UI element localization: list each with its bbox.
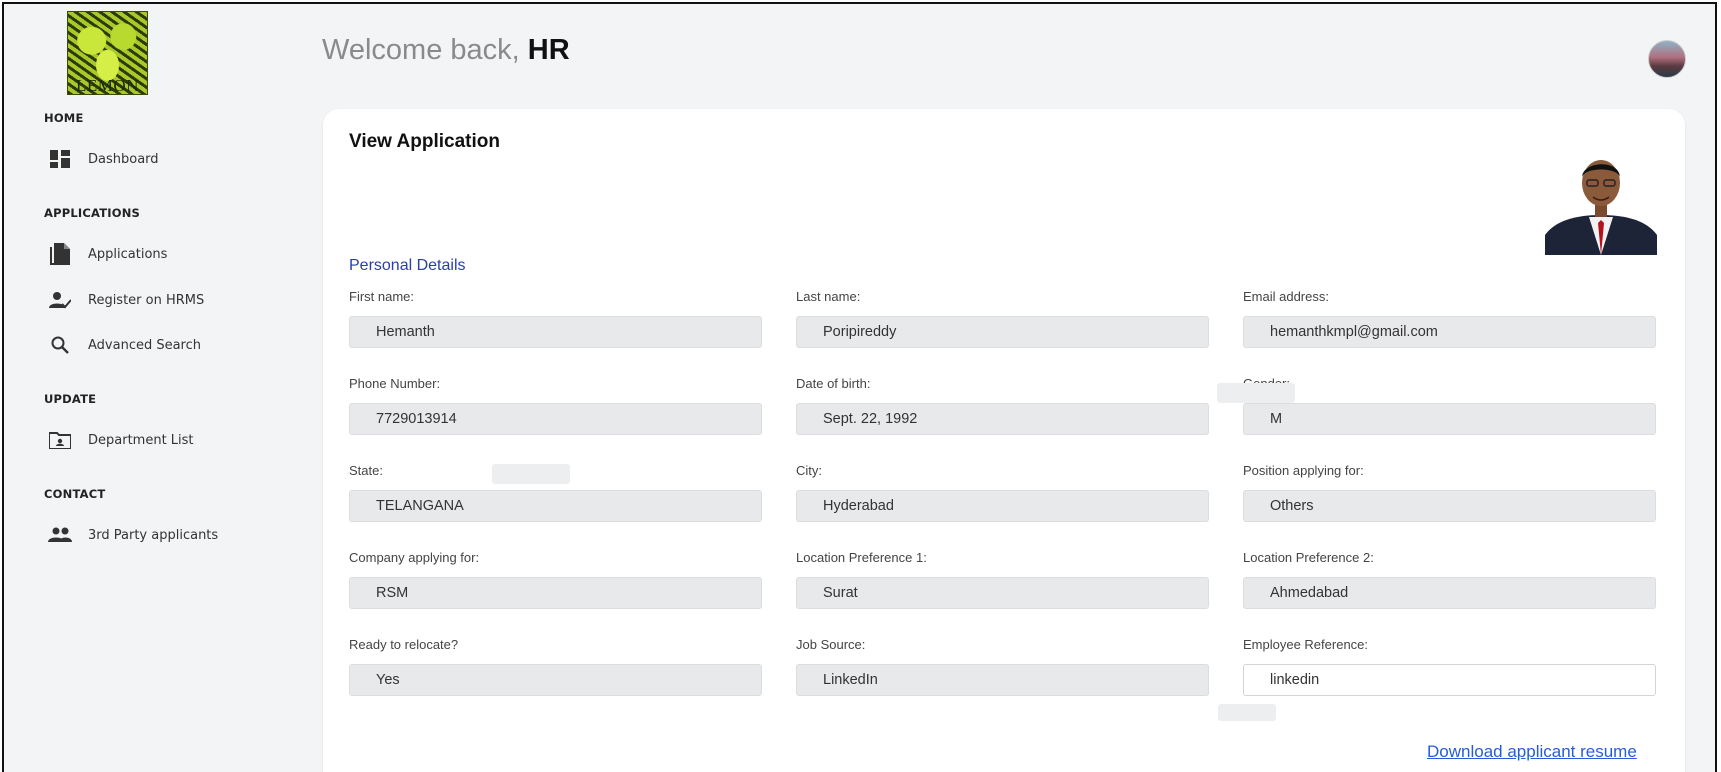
label-state: State: xyxy=(349,463,383,478)
dashboard-icon xyxy=(48,147,72,171)
label-location-pref-1: Location Preference 1: xyxy=(796,550,927,565)
application-card: View Application Personal Details First … xyxy=(323,109,1685,772)
sidebar-item-label: Dashboard xyxy=(88,151,159,167)
email-field[interactable]: hemanthkmpl@gmail.com xyxy=(1243,316,1656,348)
sidebar-item-dashboard[interactable]: Dashboard xyxy=(48,145,159,173)
person-check-icon xyxy=(48,288,72,312)
last-name-field[interactable]: Poripireddy xyxy=(796,316,1209,348)
state-field[interactable]: TELANGANA xyxy=(349,490,762,522)
section-title-contact: CONTACT xyxy=(44,487,106,501)
sidebar-item-advanced-search[interactable]: Advanced Search xyxy=(48,331,201,359)
search-icon xyxy=(48,333,72,357)
gender-field[interactable]: M xyxy=(1243,403,1656,435)
label-relocate: Ready to relocate? xyxy=(349,637,459,652)
company-field[interactable]: RSM xyxy=(349,577,762,609)
app-window: LEMON HOME Dashboard APPLICATIONS Applic… xyxy=(2,2,1717,772)
group-icon xyxy=(48,523,72,547)
label-job-source: Job Source: xyxy=(796,637,866,652)
section-title-home: HOME xyxy=(44,111,84,125)
sidebar-item-register-hrms[interactable]: Register on HRMS xyxy=(48,286,204,314)
sidebar-item-label: Advanced Search xyxy=(88,337,202,353)
placeholder-overlay xyxy=(1217,383,1295,403)
sidebar-item-label: Applications xyxy=(88,246,168,262)
company-logo[interactable]: LEMON xyxy=(67,11,148,95)
label-last-name: Last name: xyxy=(796,289,861,304)
sidebar-item-applications[interactable]: Applications xyxy=(48,240,167,268)
applicant-photo xyxy=(1545,143,1657,255)
date-of-birth-field[interactable]: Sept. 22, 1992 xyxy=(796,403,1209,435)
sidebar-item-3rd-party-applicants[interactable]: 3rd Party applicants xyxy=(48,521,218,549)
section-heading-personal-details: Personal Details xyxy=(349,257,466,274)
label-city: City: xyxy=(796,463,822,478)
label-date-of-birth: Date of birth: xyxy=(796,376,871,391)
sidebar-item-label: 3rd Party applicants xyxy=(88,527,219,543)
section-title-applications: APPLICATIONS xyxy=(44,206,141,220)
welcome-prefix: Welcome back, xyxy=(322,34,528,66)
sidebar-item-department-list[interactable]: Department List xyxy=(48,426,194,454)
job-source-field[interactable]: LinkedIn xyxy=(796,664,1209,696)
label-email: Email address: xyxy=(1243,289,1329,304)
placeholder-overlay xyxy=(1218,704,1276,721)
label-position: Position applying for: xyxy=(1243,463,1364,478)
page-title: View Application xyxy=(349,131,500,152)
phone-field[interactable]: 7729013914 xyxy=(349,403,762,435)
label-company: Company applying for: xyxy=(349,550,480,565)
location-pref-1-field[interactable]: Surat xyxy=(796,577,1209,609)
label-employee-reference: Employee Reference: xyxy=(1243,637,1369,652)
sidebar-item-label: Register on HRMS xyxy=(88,292,205,308)
position-field[interactable]: Others xyxy=(1243,490,1656,522)
relocate-field[interactable]: Yes xyxy=(349,664,762,696)
label-phone: Phone Number: xyxy=(349,376,441,391)
sidebar-item-label: Department List xyxy=(88,432,194,448)
location-pref-2-field[interactable]: Ahmedabad xyxy=(1243,577,1656,609)
sidebar: LEMON HOME Dashboard APPLICATIONS Applic… xyxy=(4,4,304,772)
folder-user-icon xyxy=(48,428,72,452)
label-location-pref-2: Location Preference 2: xyxy=(1243,550,1374,565)
user-avatar[interactable] xyxy=(1648,40,1686,78)
section-title-update: UPDATE xyxy=(44,392,97,406)
logo-text: LEMON xyxy=(76,76,139,95)
welcome-heading: Welcome back, HR xyxy=(322,34,570,67)
label-first-name: First name: xyxy=(349,289,415,304)
city-field[interactable]: Hyderabad xyxy=(796,490,1209,522)
first-name-field[interactable]: Hemanth xyxy=(349,316,762,348)
download-resume-link[interactable]: Download applicant resume xyxy=(1427,742,1637,762)
employee-reference-field[interactable]: linkedin xyxy=(1243,664,1656,696)
placeholder-overlay xyxy=(492,464,570,484)
user-name: HR xyxy=(527,34,570,66)
document-icon xyxy=(48,242,72,266)
